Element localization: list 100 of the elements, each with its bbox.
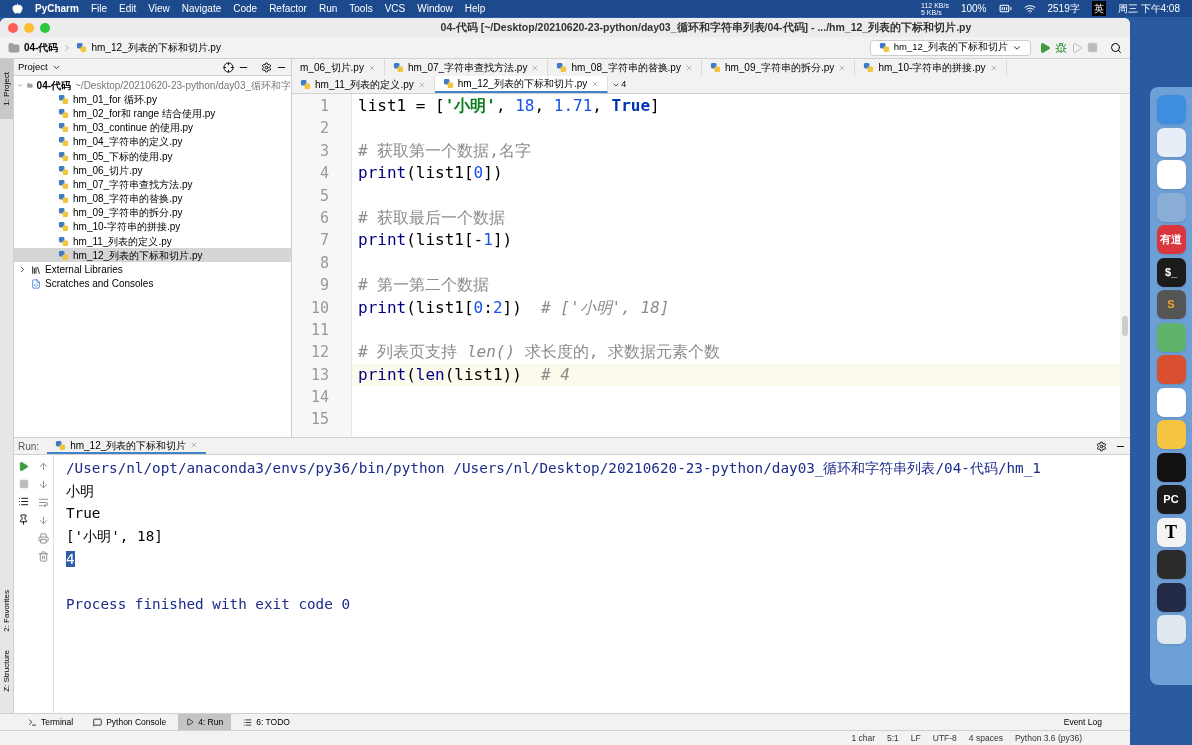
tab-overflow[interactable]: 4 bbox=[621, 77, 627, 92]
close-icon[interactable] bbox=[190, 441, 199, 449]
close-icon[interactable] bbox=[684, 63, 693, 72]
dock-app-icon[interactable] bbox=[1156, 452, 1186, 482]
close-icon[interactable] bbox=[838, 63, 847, 72]
run-config-dropdown[interactable]: hm_12_列表的下标和切片 bbox=[869, 39, 1031, 56]
app-menu[interactable]: PyCharm bbox=[35, 1, 79, 16]
dock-app-icon[interactable]: S bbox=[1156, 290, 1186, 319]
breadcrumb-file[interactable]: hm_12_列表的下标和切片.py bbox=[91, 40, 221, 55]
file-tree-item[interactable]: hm_04_字符串的定义.py bbox=[14, 134, 291, 149]
apple-icon[interactable] bbox=[12, 3, 23, 14]
python-file-icon bbox=[58, 122, 69, 134]
python-file-icon bbox=[58, 136, 69, 148]
wifi-icon bbox=[1023, 2, 1036, 15]
close-window-button[interactable] bbox=[8, 22, 18, 33]
scratches-item[interactable]: Scratches and Consoles bbox=[14, 276, 291, 291]
locate-icon[interactable] bbox=[223, 61, 234, 73]
menu-item[interactable]: Navigate bbox=[181, 1, 222, 16]
minimize-window-button[interactable] bbox=[24, 22, 34, 33]
dock-app-icon[interactable]: $_ bbox=[1156, 257, 1186, 287]
python-file-icon bbox=[392, 62, 404, 73]
trash-icon[interactable] bbox=[37, 551, 49, 562]
settings-icon[interactable] bbox=[1096, 440, 1107, 452]
file-tree-item[interactable]: hm_12_列表的下标和切片.py bbox=[14, 248, 291, 263]
file-tree-item[interactable]: hm_05_下标的使用.py bbox=[14, 148, 291, 164]
menu-item[interactable]: Refactor bbox=[269, 1, 307, 16]
structure-tool-tab[interactable]: Z: Structure bbox=[0, 641, 13, 701]
line-number: 3 bbox=[318, 140, 330, 162]
settings-icon[interactable] bbox=[261, 61, 272, 73]
stop-icon[interactable] bbox=[18, 479, 29, 489]
down-arrow-icon[interactable] bbox=[37, 479, 49, 490]
tool-window-tab[interactable]: Terminal bbox=[20, 714, 82, 730]
project-root-item[interactable]: 04-代码 ~/Desktop/20210620-23-python/day03_循环和字 bbox=[14, 78, 291, 93]
menu-item[interactable]: File bbox=[90, 1, 108, 16]
close-icon[interactable] bbox=[417, 80, 426, 89]
editor-tab[interactable]: m_06_切片.py bbox=[292, 59, 385, 76]
pin-icon[interactable] bbox=[18, 514, 30, 525]
close-icon[interactable] bbox=[591, 79, 600, 88]
dock-app-icon[interactable]: PC bbox=[1156, 485, 1186, 514]
close-icon[interactable] bbox=[367, 63, 376, 72]
menu-item[interactable]: Window bbox=[417, 1, 453, 16]
run-tab[interactable]: hm_12_列表的下标和切片 bbox=[47, 438, 207, 454]
event-log-button[interactable]: Event Log bbox=[1055, 715, 1110, 729]
print-icon[interactable] bbox=[37, 533, 49, 544]
breadcrumb-folder[interactable]: 04-代码 bbox=[24, 40, 59, 55]
tool-window-tab[interactable]: 6: TODO bbox=[235, 714, 298, 730]
menu-item[interactable]: Help bbox=[464, 1, 486, 16]
dock-app-icon[interactable] bbox=[1156, 550, 1186, 579]
scroll-thumb[interactable] bbox=[1122, 316, 1128, 336]
dock-app-icon[interactable] bbox=[1156, 582, 1186, 612]
project-tool-tab[interactable]: 1: Project bbox=[0, 59, 13, 119]
editor-tab[interactable]: hm_12_列表的下标和切片.py bbox=[434, 76, 609, 93]
file-tree-item[interactable]: hm_06_切片.py bbox=[14, 163, 291, 178]
dock-app-icon[interactable]: 有道 bbox=[1156, 225, 1186, 254]
editor-tab[interactable]: hm_11_列表的定义.py bbox=[292, 76, 435, 93]
file-tree-item[interactable]: hm_02_for和 range 结合使用.py bbox=[14, 106, 291, 121]
external-libraries-item[interactable]: External Libraries bbox=[14, 262, 291, 277]
editor-tab[interactable]: hm_10-字符串的拼接.py bbox=[855, 59, 1007, 76]
status-item[interactable]: 1 char bbox=[851, 731, 875, 745]
file-tree-item[interactable]: hm_08_字符串的替换.py bbox=[14, 191, 291, 206]
menu-item[interactable]: Edit bbox=[119, 1, 137, 16]
favorites-tool-tab[interactable]: 2: Favorites bbox=[0, 581, 13, 641]
rerun-icon[interactable] bbox=[18, 461, 30, 472]
up-arrow-icon[interactable] bbox=[37, 461, 49, 472]
file-tree-item[interactable]: hm_01_for 循环.py bbox=[14, 92, 291, 107]
python-file-icon bbox=[556, 62, 568, 73]
library-icon bbox=[31, 264, 41, 275]
file-tree-item[interactable]: hm_07_字符串查找方法.py bbox=[14, 177, 291, 192]
file-tree-item[interactable]: hm_03_continue 的使用.py bbox=[14, 120, 291, 135]
menu-item[interactable]: Code bbox=[233, 1, 258, 16]
project-view-dropdown[interactable]: Project bbox=[18, 59, 48, 75]
line-number: 1 bbox=[318, 96, 330, 117]
editor-tab[interactable]: hm_09_字符串的拆分.py bbox=[701, 59, 856, 76]
status-item[interactable]: 5:1 bbox=[887, 731, 899, 745]
status-item[interactable]: UTF-8 bbox=[932, 731, 957, 745]
close-icon[interactable] bbox=[989, 63, 998, 72]
status-item[interactable]: Python 3.6 (py36) bbox=[1014, 731, 1082, 745]
stop-icon[interactable] bbox=[1087, 42, 1098, 53]
tool-window-tab[interactable]: Python Console bbox=[85, 714, 175, 730]
status-item[interactable]: LF bbox=[910, 731, 921, 745]
menu-item[interactable]: Run bbox=[318, 1, 338, 16]
status-item[interactable]: 4 spaces bbox=[968, 731, 1003, 745]
menu-item[interactable]: View bbox=[148, 1, 170, 16]
wrap-icon[interactable] bbox=[37, 497, 49, 508]
search-icon[interactable] bbox=[1110, 41, 1122, 54]
input-method[interactable]: 英 bbox=[1091, 1, 1106, 16]
file-tree-item[interactable]: hm_10-字符串的拼接.py bbox=[14, 219, 291, 235]
file-tree-item[interactable]: hm_11_列表的定义.py bbox=[14, 234, 291, 249]
close-icon[interactable] bbox=[531, 63, 540, 72]
dock-app-icon[interactable]: T bbox=[1156, 517, 1186, 547]
menu-item[interactable]: VCS bbox=[384, 1, 406, 16]
zoom-window-button[interactable] bbox=[40, 22, 50, 33]
tool-window-tab[interactable]: 4: Run bbox=[178, 714, 232, 730]
python-file-icon bbox=[58, 164, 69, 176]
python-file-icon bbox=[300, 79, 311, 90]
run-icon[interactable] bbox=[1039, 41, 1051, 54]
bug-icon[interactable] bbox=[1055, 41, 1067, 54]
file-tree-item[interactable]: hm_09_字符串的拆分.py bbox=[14, 205, 291, 220]
layout-icon[interactable] bbox=[18, 496, 30, 507]
menu-item[interactable]: Tools bbox=[349, 1, 373, 16]
